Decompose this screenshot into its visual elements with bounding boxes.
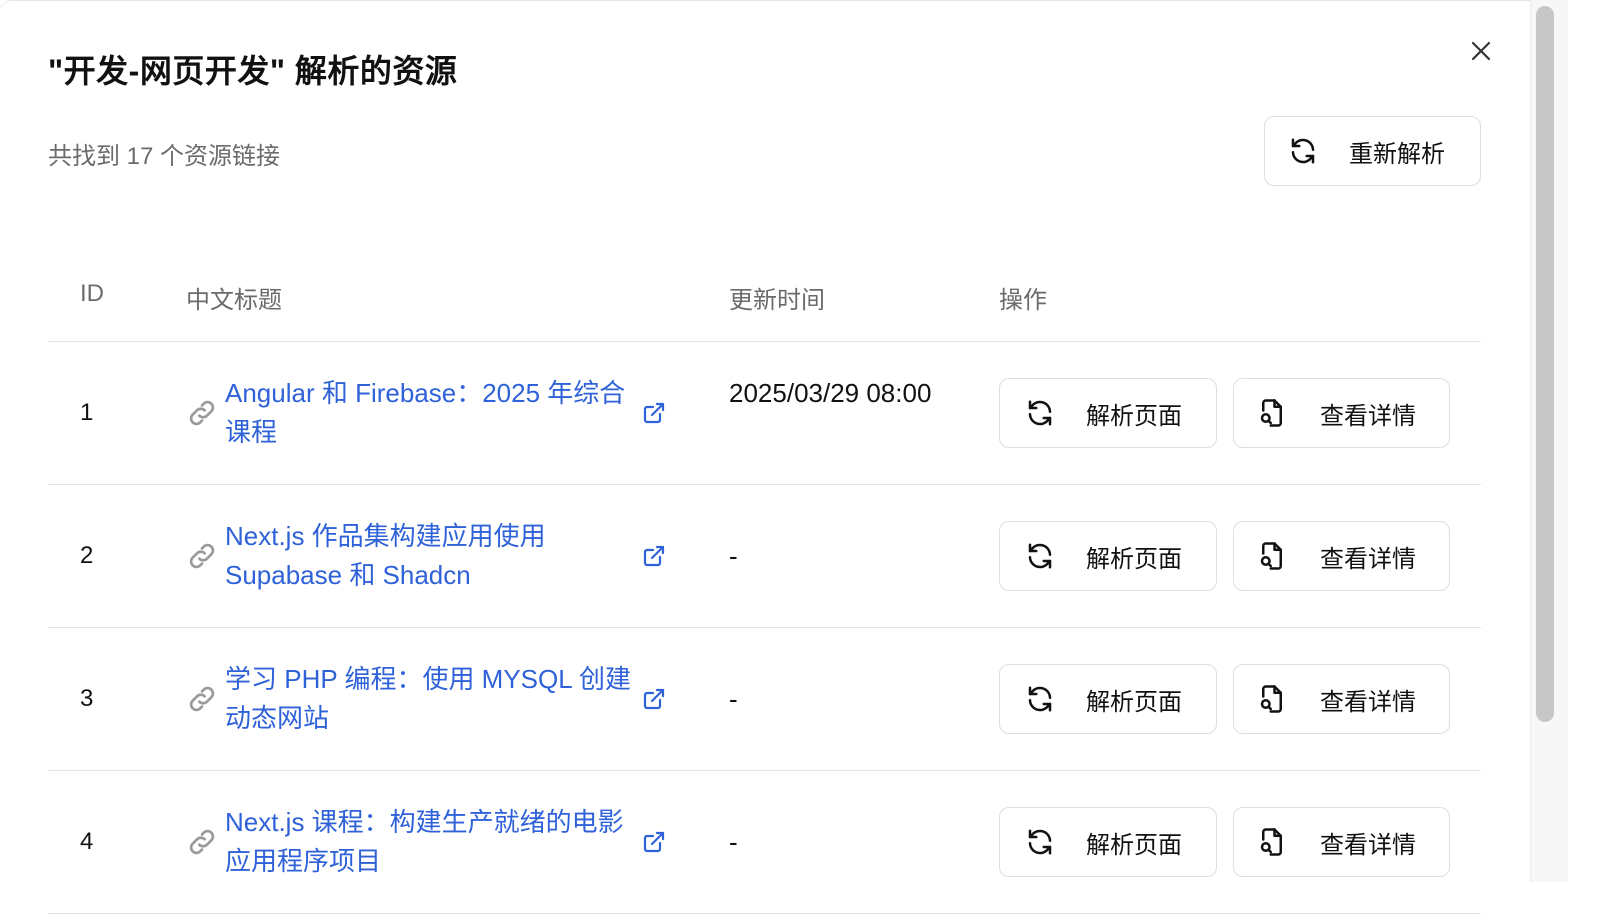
link-icon bbox=[189, 829, 215, 855]
refresh-icon bbox=[1024, 683, 1056, 715]
link-icon bbox=[189, 686, 215, 712]
file-search-icon bbox=[1256, 826, 1288, 858]
row-id: 2 bbox=[80, 542, 94, 569]
view-details-label: 查看详情 bbox=[1320, 545, 1416, 573]
external-link-icon[interactable] bbox=[642, 401, 666, 425]
file-search-icon bbox=[1256, 683, 1288, 715]
resource-title-link[interactable]: 学习 PHP 编程：使用 MYSQL 创建动态网站 bbox=[225, 660, 635, 738]
parse-page-label: 解析页面 bbox=[1086, 831, 1182, 859]
refresh-icon bbox=[1024, 540, 1056, 572]
update-time: - bbox=[729, 541, 738, 571]
refresh-icon bbox=[1024, 826, 1056, 858]
row-id: 3 bbox=[80, 685, 94, 712]
parse-page-button[interactable]: 解析页面 bbox=[999, 378, 1217, 448]
resource-table: ID 中文标题 更新时间 操作 1 Angular 和 Firebase：202… bbox=[48, 258, 1481, 914]
table-header: ID 中文标题 更新时间 操作 bbox=[48, 258, 1481, 342]
resource-count: 共找到 17 个资源链接 bbox=[48, 143, 281, 170]
view-details-label: 查看详情 bbox=[1320, 402, 1416, 430]
resource-title-link[interactable]: Next.js 课程：构建生产就绪的电影应用程序项目 bbox=[225, 803, 635, 881]
close-button[interactable] bbox=[1464, 34, 1498, 68]
refresh-icon bbox=[1024, 397, 1056, 429]
scrollbar-thumb[interactable] bbox=[1536, 6, 1554, 722]
external-link-icon[interactable] bbox=[642, 687, 666, 711]
parse-page-button[interactable]: 解析页面 bbox=[999, 807, 1217, 877]
file-search-icon bbox=[1256, 540, 1288, 572]
reparse-label: 重新解析 bbox=[1349, 140, 1445, 168]
view-details-button[interactable]: 查看详情 bbox=[1233, 807, 1450, 877]
table-row: 2 Next.js 作品集构建应用使用 Supabase 和 Shadcn - … bbox=[48, 485, 1481, 628]
resource-title-link[interactable]: Next.js 作品集构建应用使用 Supabase 和 Shadcn bbox=[225, 517, 635, 595]
view-details-button[interactable]: 查看详情 bbox=[1233, 521, 1450, 591]
window-edge bbox=[1568, 0, 1608, 882]
header-time: 更新时间 bbox=[729, 287, 825, 314]
close-icon bbox=[1471, 41, 1491, 61]
row-id: 4 bbox=[80, 828, 94, 855]
parse-page-label: 解析页面 bbox=[1086, 545, 1182, 573]
resource-title-link[interactable]: Angular 和 Firebase：2025 年综合课程 bbox=[225, 374, 635, 452]
update-time: - bbox=[729, 827, 738, 857]
link-icon bbox=[189, 543, 215, 569]
header-title: 中文标题 bbox=[186, 287, 282, 314]
view-details-label: 查看详情 bbox=[1320, 688, 1416, 716]
view-details-button[interactable]: 查看详情 bbox=[1233, 378, 1450, 448]
refresh-icon bbox=[1287, 135, 1319, 167]
dialog-title: "开发-网页开发" 解析的资源 bbox=[48, 53, 458, 89]
resource-dialog: "开发-网页开发" 解析的资源 共找到 17 个资源链接 重新解析 ID 中文标… bbox=[0, 0, 1530, 914]
parse-page-button[interactable]: 解析页面 bbox=[999, 521, 1217, 591]
header-actions: 操作 bbox=[999, 287, 1047, 314]
table-row: 1 Angular 和 Firebase：2025 年综合课程 2025/03/… bbox=[48, 342, 1481, 485]
external-link-icon[interactable] bbox=[642, 830, 666, 854]
link-icon bbox=[189, 400, 215, 426]
table-row: 4 Next.js 课程：构建生产就绪的电影应用程序项目 - 解析页面 查看详情 bbox=[48, 771, 1481, 914]
parse-page-button[interactable]: 解析页面 bbox=[999, 664, 1217, 734]
row-id: 1 bbox=[80, 399, 94, 426]
update-time: - bbox=[729, 684, 738, 714]
parse-page-label: 解析页面 bbox=[1086, 688, 1182, 716]
external-link-icon[interactable] bbox=[642, 544, 666, 568]
file-search-icon bbox=[1256, 397, 1288, 429]
parse-page-label: 解析页面 bbox=[1086, 402, 1182, 430]
view-details-label: 查看详情 bbox=[1320, 831, 1416, 859]
view-details-button[interactable]: 查看详情 bbox=[1233, 664, 1450, 734]
header-id: ID bbox=[80, 280, 104, 307]
table-row: 3 学习 PHP 编程：使用 MYSQL 创建动态网站 - 解析页面 查看详情 bbox=[48, 628, 1481, 771]
update-time: 2025/03/29 08:00 bbox=[729, 378, 932, 408]
reparse-button[interactable]: 重新解析 bbox=[1264, 116, 1481, 186]
